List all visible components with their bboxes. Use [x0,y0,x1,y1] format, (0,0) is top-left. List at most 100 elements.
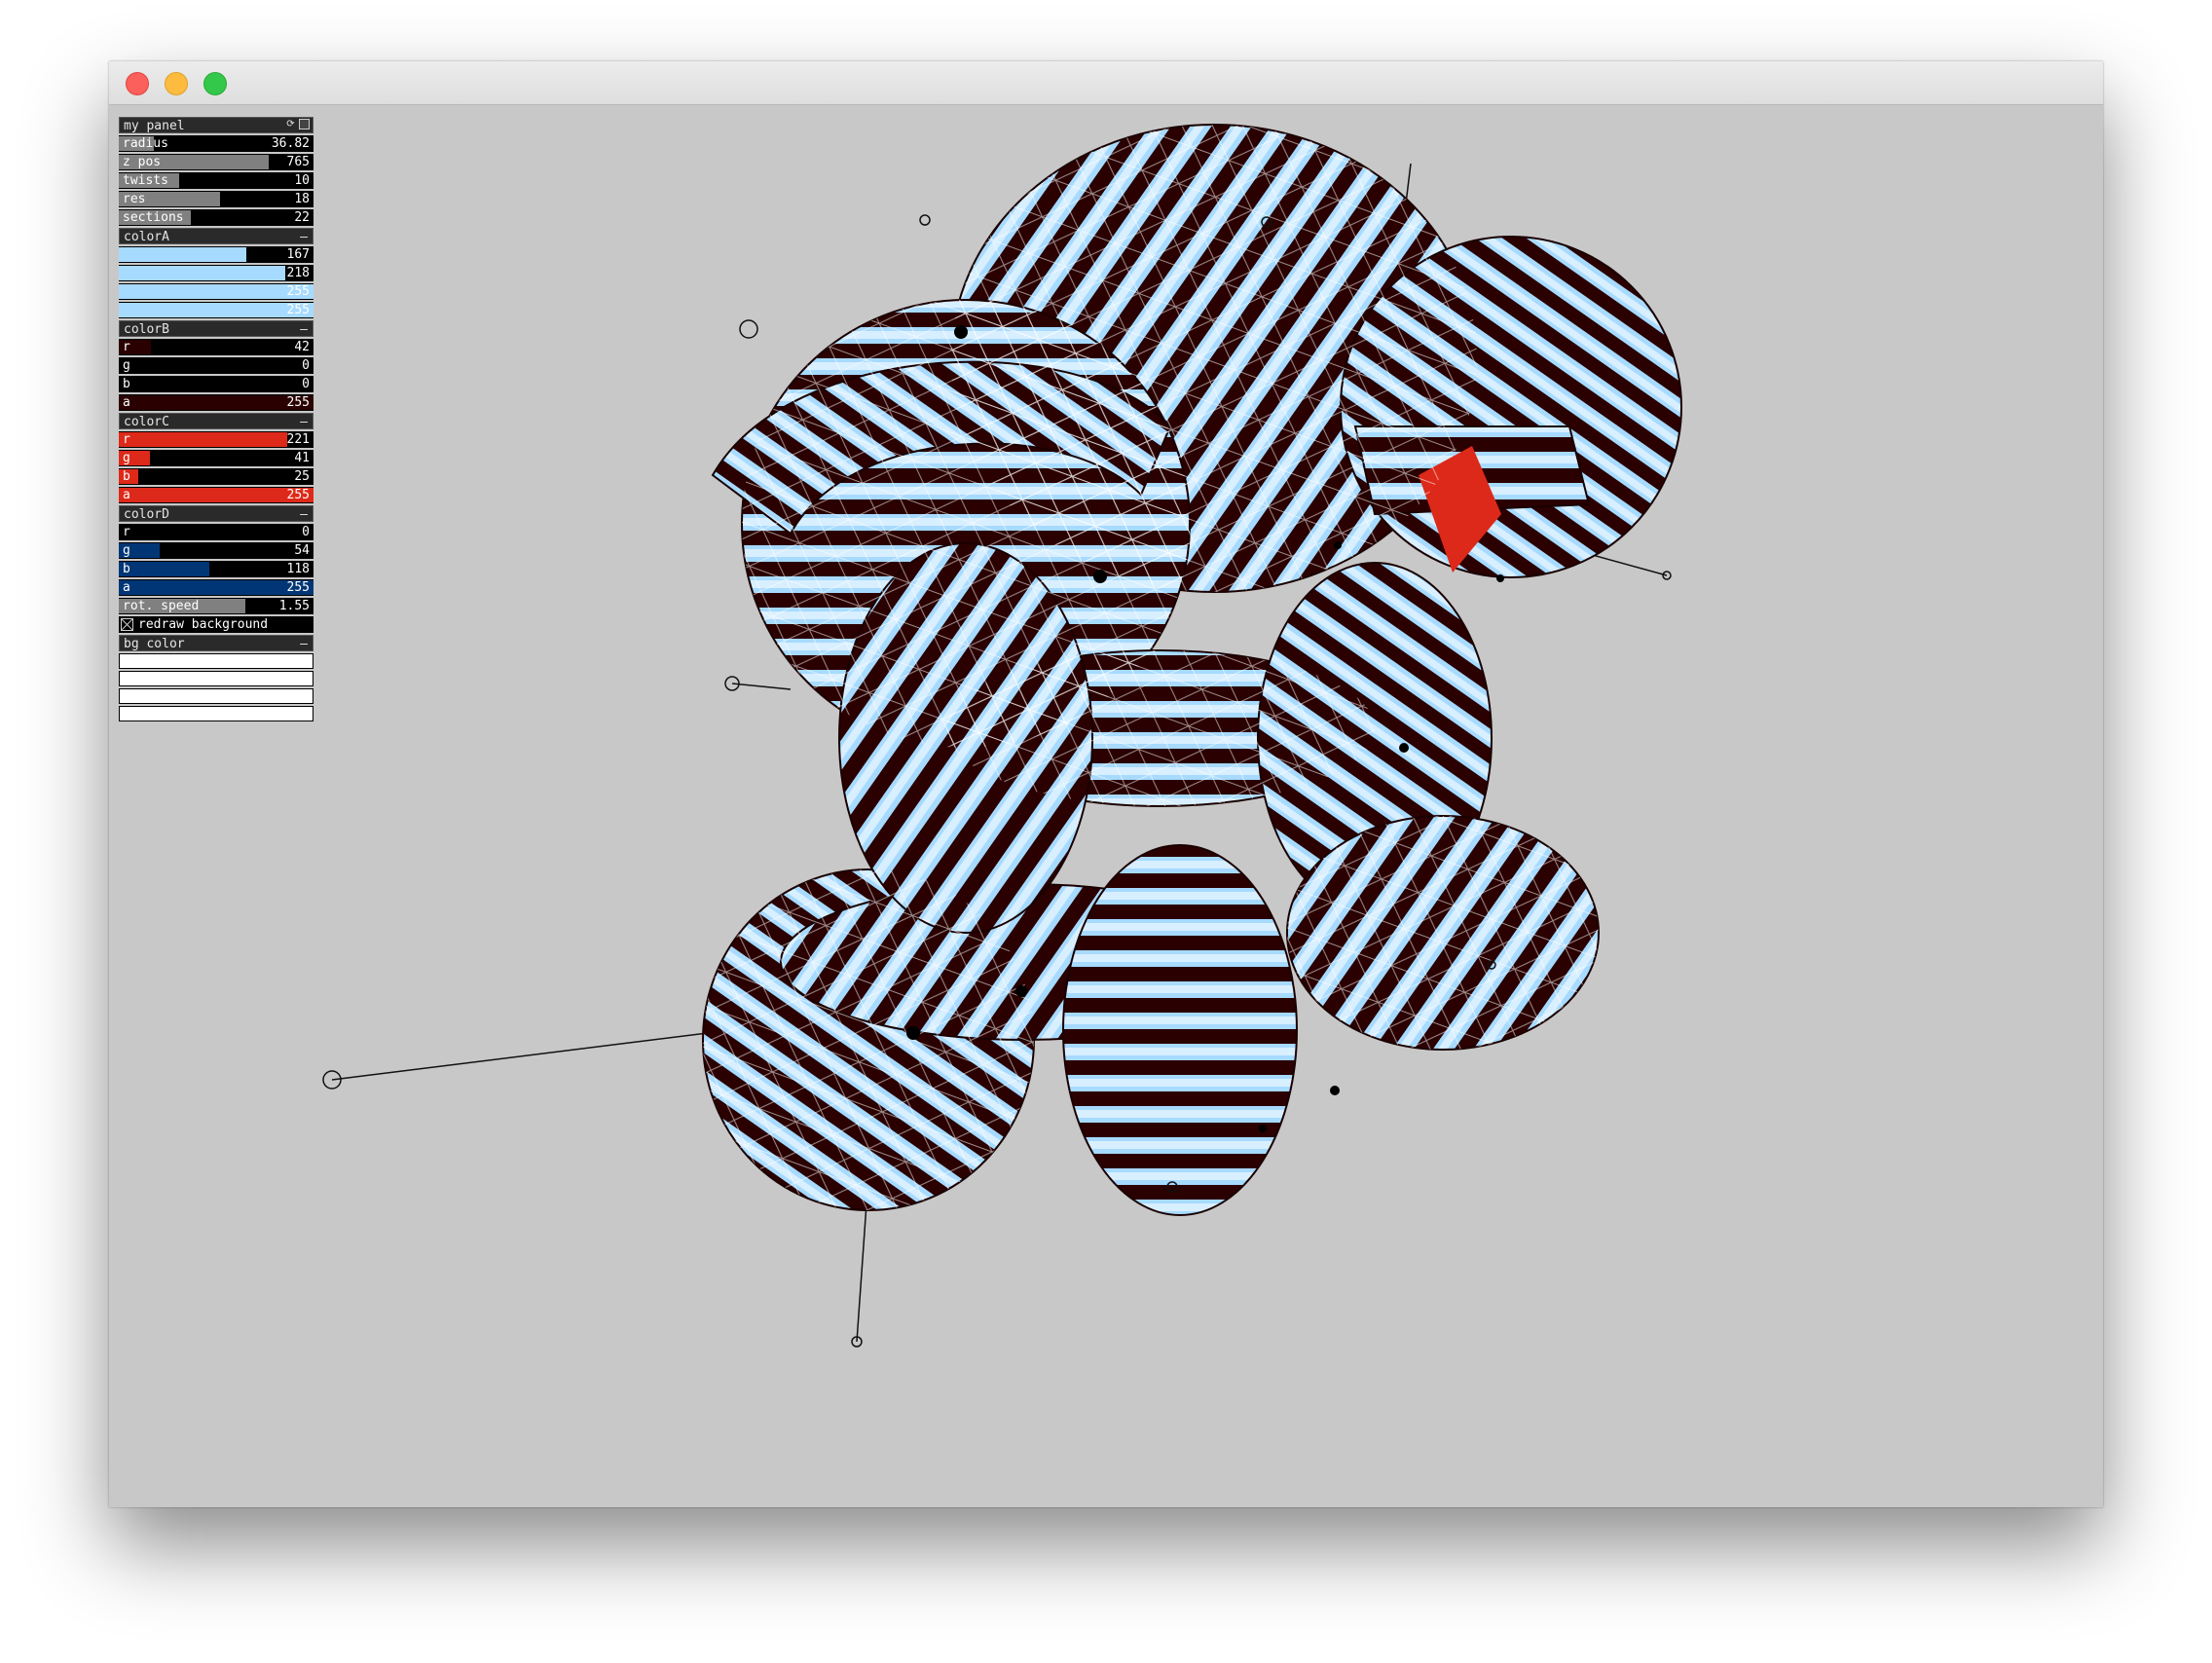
group-header-colorB[interactable]: colorB – [119,320,313,337]
rot-speed-slider[interactable]: rot. speed 1.55 [119,598,313,614]
colorD-g-slider[interactable]: g 54 [119,542,313,559]
colorA-b-slider[interactable]: b 255 [119,283,313,300]
channel-label: r [123,340,130,354]
slider-fill [119,395,313,410]
colorA-a-slider[interactable]: a 255 [119,302,313,318]
channel-label: a [123,303,130,317]
slider-label: sections [123,210,184,225]
panel-title: my panel [124,119,185,133]
collapse-toggle[interactable]: – [300,414,308,430]
slider-fill [119,247,246,262]
channel-label: b [123,469,130,484]
collapse-toggle[interactable]: – [300,506,308,523]
channel-label: r [123,247,130,262]
maximize-button[interactable] [203,72,227,95]
title-bar [109,61,2103,105]
checkbox-checked-icon[interactable] [121,618,133,631]
slider-fill [119,562,209,576]
bg-color-r[interactable] [119,653,313,669]
channel-label: b [123,284,130,299]
group-header-colorC[interactable]: colorC – [119,413,313,429]
collapse-toggle[interactable]: – [300,321,308,338]
slider-label: res [123,192,146,206]
channel-value: 0 [302,377,310,391]
slider-fill [119,266,285,280]
slider-value: 10 [294,173,310,188]
channel-value: 25 [294,469,310,484]
channel-label: b [123,377,130,391]
channel-label: r [123,525,130,539]
group-title: colorA [124,230,169,244]
channel-value: 54 [294,543,310,558]
group-title: colorC [124,415,169,429]
group-title: colorD [124,507,169,522]
slider-fill [119,303,313,317]
collapse-toggle[interactable]: – [300,229,308,245]
colorD-a-slider[interactable]: a 255 [119,579,313,596]
save-icon[interactable] [299,119,310,129]
slider-fill [119,432,288,447]
colorD-r-slider[interactable]: r0 [119,524,313,540]
group-header-colorA[interactable]: colorA – [119,228,313,244]
slider-sections[interactable]: sections 22 [119,209,313,226]
slider-value: 22 [294,210,310,225]
slider-fill [119,488,313,502]
channel-value: 255 [286,488,310,502]
colorB-g-slider[interactable]: g0 [119,357,313,374]
channel-label: g [123,358,130,373]
slider-value: 765 [286,155,310,169]
channel-label: g [123,266,130,280]
slider-value: 1.55 [278,599,310,613]
slider-label: z pos [123,155,162,169]
channel-label: g [123,451,130,465]
channel-label: a [123,395,130,410]
group-header-colorD[interactable]: colorD – [119,505,313,522]
slider-fill [119,580,313,595]
colorC-a-slider[interactable]: a 255 [119,487,313,503]
colorD-b-slider[interactable]: b 118 [119,561,313,577]
bg-color-g[interactable] [119,671,313,686]
group-title: bg color [124,637,185,651]
toggle-label: redraw background [138,617,269,632]
group-header-bg-color[interactable]: bg color – [119,635,313,651]
redraw-background-toggle[interactable]: redraw background [119,616,313,633]
close-button[interactable] [126,72,149,95]
reload-icon[interactable]: ⟳ [285,119,296,129]
gui-panel: my panel ⟳ radius 36.82 z pos 765 twists 10 re… [119,115,313,721]
app-window: my panel ⟳ radius 36.82 z pos 765 twists 10 re… [109,61,2103,1507]
collapse-toggle[interactable]: – [300,636,308,652]
colorC-r-slider[interactable]: r 221 [119,431,313,448]
channel-value: 221 [286,432,310,447]
colorA-r-slider[interactable]: r 167 [119,246,313,263]
slider-radius[interactable]: radius 36.82 [119,135,313,152]
colorB-a-slider[interactable]: a 255 [119,394,313,411]
bg-color-a[interactable] [119,706,313,721]
colorC-g-slider[interactable]: g 41 [119,450,313,466]
channel-label: g [123,543,130,558]
knot-scene[interactable] [109,105,2103,1507]
channel-label: b [123,562,130,576]
channel-value: 118 [286,562,310,576]
channel-value: 255 [286,395,310,410]
channel-label: a [123,488,130,502]
channel-label: r [123,432,130,447]
channel-value: 42 [294,340,310,354]
slider-z-pos[interactable]: z pos 765 [119,154,313,170]
colorB-b-slider[interactable]: b0 [119,376,313,392]
slider-res[interactable]: res 18 [119,191,313,207]
channel-value: 0 [302,525,310,539]
slider-label: radius [123,136,168,151]
colorB-r-slider[interactable]: r 42 [119,339,313,355]
slider-twists[interactable]: twists 10 [119,172,313,189]
panel-header[interactable]: my panel ⟳ [119,117,313,133]
bg-color-b[interactable] [119,688,313,704]
channel-value: 255 [286,284,310,299]
minimize-button[interactable] [165,72,188,95]
channel-value: 41 [294,451,310,465]
colorC-b-slider[interactable]: b 25 [119,468,313,485]
slider-label: rot. speed [123,599,200,613]
channel-value: 167 [286,247,310,262]
group-title: colorB [124,322,169,337]
colorA-g-slider[interactable]: g 218 [119,265,313,281]
viewport: my panel ⟳ radius 36.82 z pos 765 twists 10 re… [109,105,2103,1507]
